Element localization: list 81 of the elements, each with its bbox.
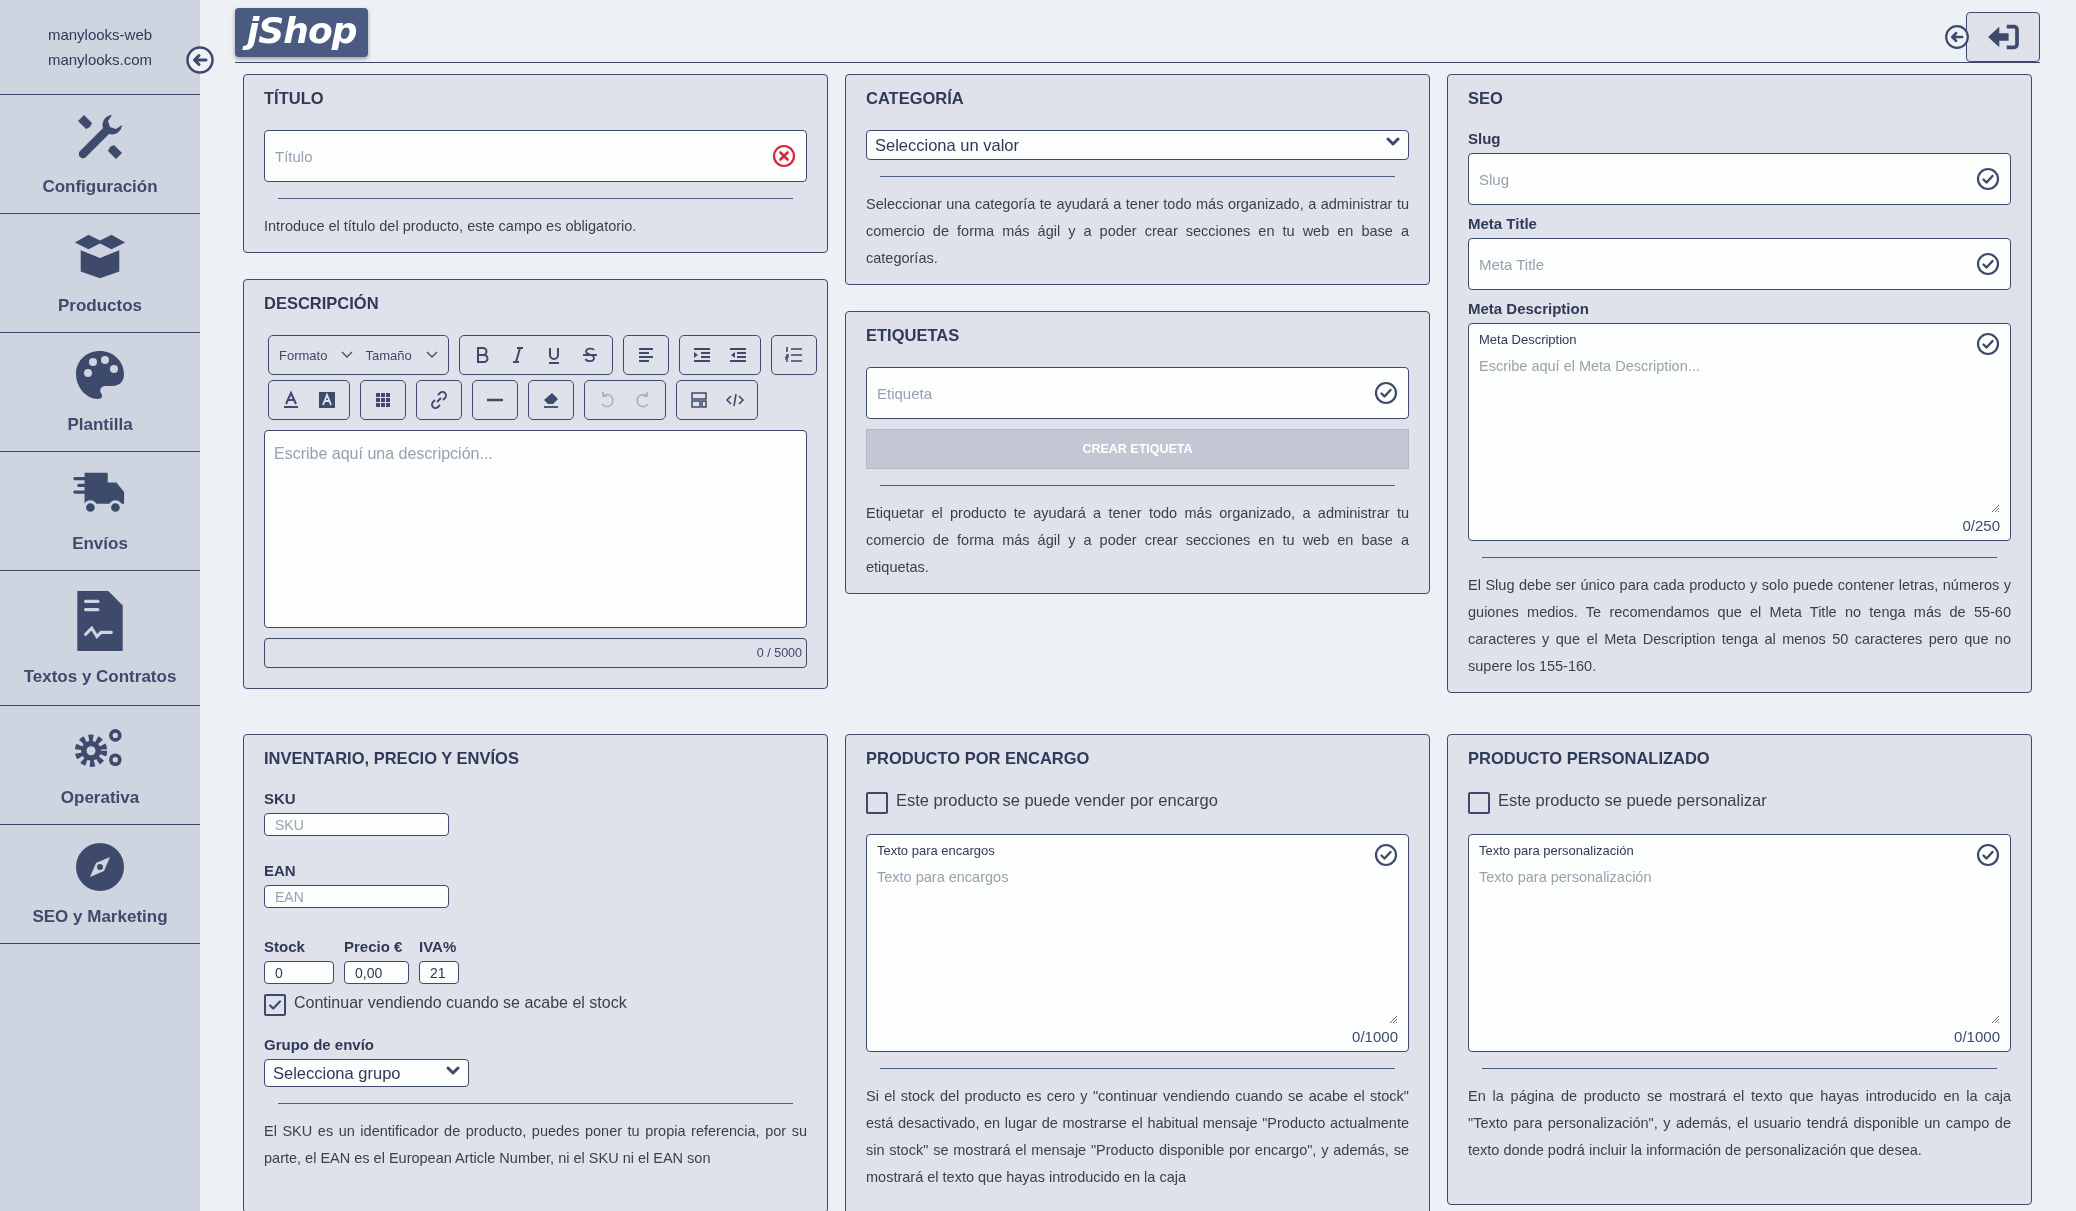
placeholder-text: Etiqueta xyxy=(877,384,933,402)
nav-item[interactable]: Envíos xyxy=(0,452,200,571)
checkbox-label: Este producto se puede vender por encargo xyxy=(896,790,1218,811)
field-label: Grupo de envío xyxy=(264,1036,375,1053)
help-text: El SKU es un identificador de producto, puedes poner tu propia referencia, por su parte, el EAN es el European Article Number, ni el SKU ni el EAN son xyxy=(264,1122,807,1168)
nav-item[interactable]: Productos xyxy=(0,214,200,333)
field-label: Precio € xyxy=(344,938,404,955)
panel-heading: PRODUCTO PERSONALIZADO xyxy=(1468,749,1711,768)
checkbox-label: Este producto se puede personalizar xyxy=(1498,790,1767,811)
panel-heading: TÍTULO xyxy=(264,89,325,108)
palette-icon xyxy=(73,349,127,401)
placeholder-text: Slug xyxy=(1479,170,1510,188)
input-field[interactable]: 21 xyxy=(419,961,459,984)
nav-item[interactable]: SEO y Marketing xyxy=(0,825,200,944)
field-label: Meta Title xyxy=(1468,215,1538,232)
nav-item[interactable]: Textos y Contratos xyxy=(0,571,200,706)
format-dropdown[interactable]: Formato xyxy=(275,347,358,363)
help-text: El Slug debe ser único para cada producto y solo puede contener letras, números y guiones medios. Te recomendamos que el Meta Title no tenga más de 55-60 caracteres y que el Meta Description tenga al menos 50 caracteres pero que no supere los 155-160. xyxy=(1468,576,2011,676)
placeholder-text: Texto para personalización xyxy=(1479,869,1653,885)
resize-handle-icon[interactable] xyxy=(1990,503,2000,513)
chevron-down-icon xyxy=(1386,137,1400,147)
account-name: manylooks.com xyxy=(47,51,153,68)
checkbox[interactable] xyxy=(1468,792,1490,814)
input-field[interactable]: 0 xyxy=(264,961,334,984)
nav-item[interactable]: Configuración xyxy=(0,95,200,214)
character-counter: 0/1000 xyxy=(1954,1028,2000,1045)
help-text: En la página de producto se mostrará el texto que hayas introducido en la caja "Texto para personalización", y además, el usuario tendrá disponible un campo de texto donde podrá incluir la información de personalización que desea. xyxy=(1468,1087,2011,1160)
chevron-down-icon xyxy=(425,351,438,359)
text-area[interactable]: Texto para personalización Texto para personalización 0/1000 xyxy=(1468,834,2011,1052)
field-label: Texto para personalización xyxy=(1479,843,1634,858)
field-value: 21 xyxy=(430,964,446,981)
panel-heading: PRODUCTO POR ENCARGO xyxy=(866,749,1091,768)
character-counter: 0 / 5000 xyxy=(756,646,802,660)
logout-icon xyxy=(1986,23,2020,51)
placeholder-text: EAN xyxy=(275,888,304,905)
text-area[interactable]: Meta Description Escribe aquí el Meta Description... 0/250 xyxy=(1468,323,2011,541)
shipping-group-select[interactable]: Selecciona grupo xyxy=(264,1059,469,1087)
input-field[interactable]: 0,00 xyxy=(344,961,409,984)
checkbox[interactable] xyxy=(264,994,286,1016)
character-counter: 0/250 xyxy=(1962,517,2000,534)
field-label: Meta Description xyxy=(1468,300,1590,317)
character-counter: 0/1000 xyxy=(1352,1028,1398,1045)
field-label: IVA% xyxy=(419,938,458,955)
field-label: Texto para encargos xyxy=(877,843,995,858)
account-name: manylooks-web xyxy=(47,26,153,43)
checkbox-label: Continuar vendiendo cuando se acabe el stock xyxy=(294,993,627,1013)
nav-item[interactable]: Plantilla xyxy=(0,333,200,452)
placeholder-text: Título xyxy=(275,147,313,165)
resize-handle-icon[interactable] xyxy=(1388,1014,1398,1024)
field-label: EAN xyxy=(264,862,297,879)
nav-item[interactable]: Operativa xyxy=(0,706,200,825)
logo[interactable]: jShop xyxy=(235,8,369,57)
field-label: Slug xyxy=(1468,130,1502,147)
help-text: Seleccionar una categoría te ayudará a tener todo más organizado, a administrar tu comercio de forma más ágil y a poder crear secciones en tu web en base a categorías. xyxy=(866,195,1409,268)
resize-handle-icon[interactable] xyxy=(1990,1014,2000,1024)
size-dropdown[interactable]: Tamaño xyxy=(361,347,442,363)
chevron-down-icon xyxy=(446,1066,460,1076)
panel-heading: DESCRIPCIÓN xyxy=(264,294,380,313)
field-value: 0,00 xyxy=(355,964,383,981)
field-label: Stock xyxy=(264,938,306,955)
placeholder-text: Escribe aquí el Meta Description... xyxy=(1479,358,1701,374)
compass-icon xyxy=(73,841,127,893)
placeholder-text: Meta Title xyxy=(1479,255,1545,273)
panel-heading: INVENTARIO, PRECIO Y ENVÍOS xyxy=(264,749,520,768)
panel-heading: SEO xyxy=(1468,89,1504,108)
placeholder-text: SKU xyxy=(275,816,304,833)
category-select[interactable]: Selecciona un valor xyxy=(866,130,1409,160)
panel-heading: CATEGORÍA xyxy=(866,89,965,108)
help-text: Etiquetar el producto te ayudará a tener todo más organizado, a administrar tu comercio de forma más ágil y a poder crear secciones en tu web en base a etiquetas. xyxy=(866,504,1409,577)
panel-heading: ETIQUETAS xyxy=(866,326,961,345)
logout-button[interactable] xyxy=(1966,12,2040,62)
help-text: Introduce el título del producto, este campo es obligatorio. xyxy=(264,217,638,236)
placeholder-text: Texto para encargos xyxy=(877,869,1010,885)
field-label: Meta Description xyxy=(1479,332,1577,347)
chevron-down-icon xyxy=(341,351,354,359)
help-text: Si el stock del producto es cero y "continuar vendiendo cuando se acabe el stock" está desactivado, en lugar de mostrarse el habitual mensaje "Producto actualmente sin stock" se mostrará el mensaje "Producto disponible por encargo", y además, se mostrará el texto que hayas introducido en la caja xyxy=(866,1087,1409,1187)
checkbox[interactable] xyxy=(866,792,888,814)
placeholder-text: Escribe aquí una descripción... xyxy=(274,445,493,462)
field-value: 0 xyxy=(275,964,283,981)
text-area[interactable]: Texto para encargos Texto para encargos 0/1000 xyxy=(866,834,1409,1052)
field-label: SKU xyxy=(264,790,297,807)
